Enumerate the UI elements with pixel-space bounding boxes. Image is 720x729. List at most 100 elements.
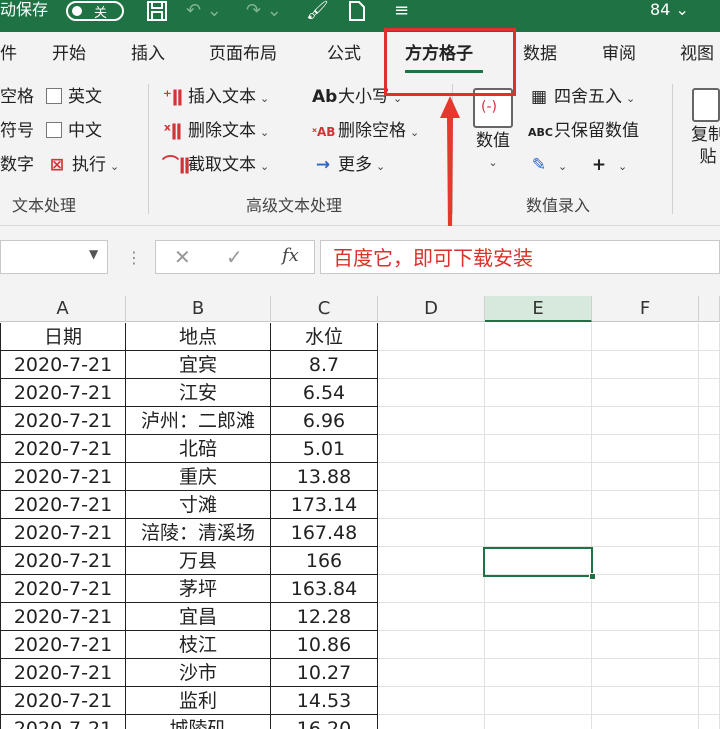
table-cell[interactable]: 14.53 xyxy=(271,687,378,715)
empty-cell[interactable] xyxy=(378,631,485,659)
empty-cell[interactable] xyxy=(699,407,720,435)
empty-cell[interactable] xyxy=(592,351,699,379)
table-cell[interactable]: 万县 xyxy=(126,547,271,575)
more-vertical-icon[interactable]: ⋮ xyxy=(126,248,142,267)
insert-function-icon[interactable]: fx xyxy=(282,245,299,266)
delete-space-button[interactable]: ˣAB 删除空格 ⌄ xyxy=(312,120,419,144)
empty-cell[interactable] xyxy=(592,547,699,575)
empty-cell[interactable] xyxy=(485,575,592,603)
table-cell[interactable]: 2020-7-21 xyxy=(0,463,126,491)
space-option[interactable]: 空格 xyxy=(0,86,34,108)
empty-cell[interactable] xyxy=(592,463,699,491)
table-cell[interactable]: 2020-7-21 xyxy=(0,435,126,463)
tab-formulas[interactable]: 公式 xyxy=(327,44,361,64)
empty-cell[interactable] xyxy=(485,323,592,351)
empty-cell[interactable] xyxy=(592,603,699,631)
column-header-g[interactable] xyxy=(699,296,720,322)
table-cell[interactable]: 江安 xyxy=(126,379,271,407)
empty-cell[interactable] xyxy=(378,351,485,379)
table-cell[interactable]: 枝江 xyxy=(126,631,271,659)
table-cell[interactable]: 宜昌 xyxy=(126,603,271,631)
more-button[interactable]: → 更多 ⌄ xyxy=(312,154,385,178)
name-box[interactable]: ▼ xyxy=(0,240,108,274)
table-cell[interactable]: 寸滩 xyxy=(126,491,271,519)
empty-cell[interactable] xyxy=(592,323,699,351)
empty-cell[interactable] xyxy=(378,715,485,729)
empty-cell[interactable] xyxy=(699,547,720,575)
empty-cell[interactable] xyxy=(378,547,485,575)
cancel-icon[interactable]: ✕ xyxy=(174,245,191,269)
table-cell[interactable]: 2020-7-21 xyxy=(0,379,126,407)
column-header-b[interactable]: B xyxy=(126,296,271,322)
empty-cell[interactable] xyxy=(485,519,592,547)
tab-insert[interactable]: 插入 xyxy=(131,44,165,64)
table-cell[interactable]: 2020-7-21 xyxy=(0,687,126,715)
table-cell[interactable]: 167.48 xyxy=(271,519,378,547)
empty-cell[interactable] xyxy=(592,519,699,547)
empty-cell[interactable] xyxy=(378,435,485,463)
value-button[interactable]: (-) 数值 ⌄ xyxy=(470,88,516,174)
table-cell[interactable]: 茅坪 xyxy=(126,575,271,603)
header-cell[interactable]: 日期 xyxy=(0,323,126,351)
table-cell[interactable]: 2020-7-21 xyxy=(0,491,126,519)
empty-cell[interactable] xyxy=(592,407,699,435)
execute-button[interactable]: ⊠ 执行 ⌄ xyxy=(46,154,119,178)
tab-view[interactable]: 视图 xyxy=(680,44,714,64)
table-cell[interactable]: 6.54 xyxy=(271,379,378,407)
table-cell[interactable]: 173.14 xyxy=(271,491,378,519)
tab-review[interactable]: 审阅 xyxy=(602,44,636,64)
header-cell[interactable]: 地点 xyxy=(126,323,271,351)
empty-cell[interactable] xyxy=(485,631,592,659)
empty-cell[interactable] xyxy=(592,687,699,715)
tab-data[interactable]: 数据 xyxy=(523,44,557,64)
table-cell[interactable]: 13.88 xyxy=(271,463,378,491)
table-cell[interactable]: 宜宾 xyxy=(126,351,271,379)
empty-cell[interactable] xyxy=(378,519,485,547)
empty-cell[interactable] xyxy=(485,659,592,687)
table-cell[interactable]: 涪陵：清溪场 xyxy=(126,519,271,547)
empty-cell[interactable] xyxy=(485,687,592,715)
table-cell[interactable]: 北碚 xyxy=(126,435,271,463)
fill-handle[interactable] xyxy=(589,573,596,580)
customize-toolbar-icon[interactable]: ≡ xyxy=(394,0,409,22)
table-cell[interactable]: 泸州：二郎滩 xyxy=(126,407,271,435)
undo-icon[interactable]: ↶ ⌄ xyxy=(186,0,222,22)
empty-cell[interactable] xyxy=(699,603,720,631)
empty-cell[interactable] xyxy=(699,435,720,463)
empty-cell[interactable] xyxy=(378,659,485,687)
empty-cell[interactable] xyxy=(378,575,485,603)
table-cell[interactable]: 10.27 xyxy=(271,659,378,687)
table-cell[interactable]: 163.84 xyxy=(271,575,378,603)
empty-cell[interactable] xyxy=(592,379,699,407)
table-cell[interactable]: 10.86 xyxy=(271,631,378,659)
empty-cell[interactable] xyxy=(485,463,592,491)
empty-cell[interactable] xyxy=(699,687,720,715)
insert-text-button[interactable]: ⁺ǁ 插入文本 ⌄ xyxy=(162,86,269,110)
keep-value-button[interactable]: ABC只保留数值 xyxy=(528,120,639,144)
empty-cell[interactable] xyxy=(699,575,720,603)
empty-cell[interactable] xyxy=(485,407,592,435)
header-cell[interactable]: 水位 xyxy=(271,323,378,351)
empty-cell[interactable] xyxy=(378,379,485,407)
tab-home[interactable]: 开始 xyxy=(52,44,86,64)
table-cell[interactable]: 16.20 xyxy=(271,715,378,729)
symbol-option[interactable]: 符号 xyxy=(0,120,34,142)
empty-cell[interactable] xyxy=(592,491,699,519)
empty-cell[interactable] xyxy=(378,323,485,351)
table-cell[interactable]: 沙市 xyxy=(126,659,271,687)
empty-cell[interactable] xyxy=(699,519,720,547)
number-option[interactable]: 数字 xyxy=(0,154,34,176)
table-cell[interactable]: 2020-7-21 xyxy=(0,603,126,631)
tab-file[interactable]: 件 xyxy=(0,44,17,64)
add-button[interactable]: + ⌄ xyxy=(588,154,627,178)
table-cell[interactable]: 城陵矶 xyxy=(126,715,271,729)
column-header-f[interactable]: F xyxy=(592,296,699,322)
empty-cell[interactable] xyxy=(378,603,485,631)
empty-cell[interactable] xyxy=(378,463,485,491)
empty-cell[interactable] xyxy=(699,463,720,491)
table-cell[interactable]: 2020-7-21 xyxy=(0,547,126,575)
format-painter-icon[interactable]: 🖌 xyxy=(306,0,329,22)
table-cell[interactable]: 8.7 xyxy=(271,351,378,379)
empty-cell[interactable] xyxy=(485,715,592,729)
delete-text-button[interactable]: ˣǁ 删除文本 ⌄ xyxy=(162,120,269,144)
